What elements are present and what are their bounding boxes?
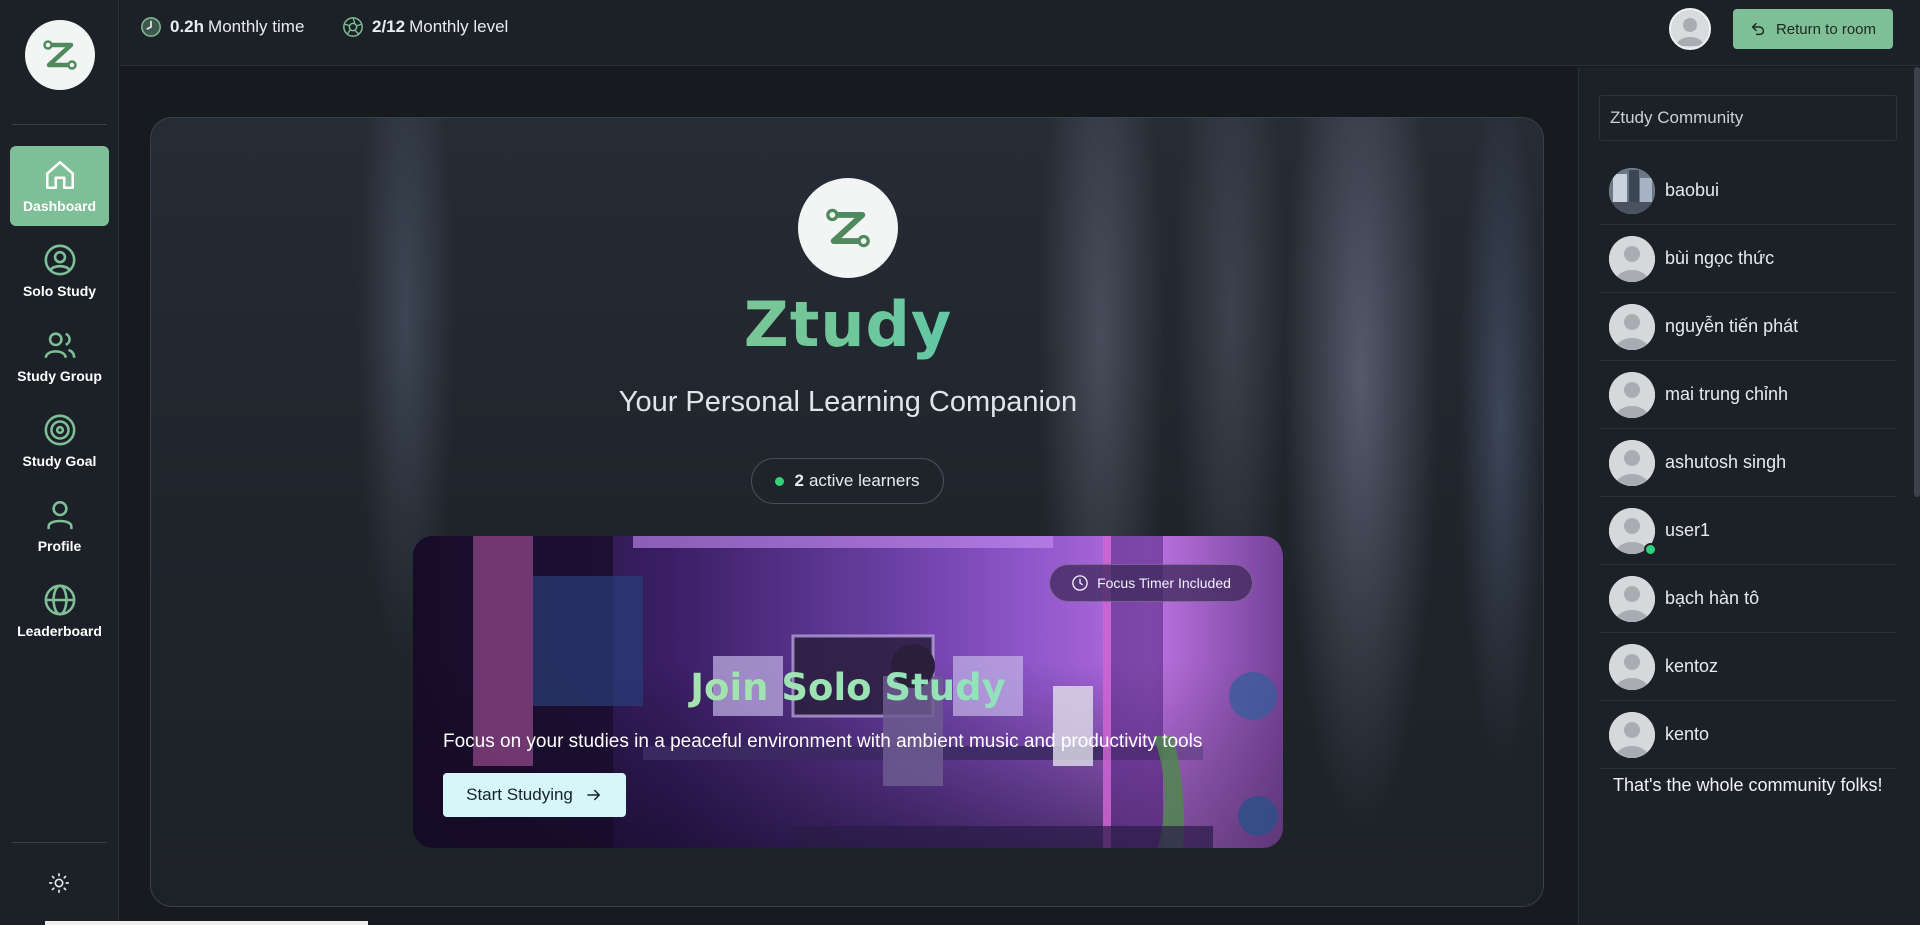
top-bar: 0.2h Monthly time 2/12 Monthly level Ret… xyxy=(120,0,1920,66)
avatar[interactable] xyxy=(1669,8,1711,50)
member-row[interactable]: nguyễn tiến phát xyxy=(1599,293,1897,361)
sidebar-item-dashboard[interactable]: Dashboard xyxy=(10,146,109,226)
scrollbar[interactable] xyxy=(1914,67,1920,497)
sidebar-item-label: Study Goal xyxy=(22,453,97,469)
hero-subtitle: Your Personal Learning Companion xyxy=(618,386,1078,418)
online-status-icon xyxy=(1644,542,1657,556)
sidebar-item-label: Leaderboard xyxy=(17,623,102,639)
sidebar-item-label: Solo Study xyxy=(22,283,97,299)
clock-icon xyxy=(141,17,161,37)
focus-timer-label: Focus Timer Included xyxy=(1097,575,1231,591)
avatar xyxy=(1609,439,1655,486)
home-icon xyxy=(45,160,74,190)
sidebar-item-leaderboard[interactable]: Leaderboard xyxy=(10,571,109,651)
main-content: Ztudy Your Personal Learning Companion 2… xyxy=(120,67,1578,925)
member-name: user1 xyxy=(1665,520,1711,540)
member-row[interactable]: ashutosh singh xyxy=(1599,429,1897,497)
member-row[interactable]: kento xyxy=(1599,701,1897,769)
member-row[interactable]: kentoz xyxy=(1599,633,1897,701)
monthly-time-value: 0.2h xyxy=(170,17,205,36)
avatar xyxy=(1609,303,1655,350)
member-name: nguyễn tiến phát xyxy=(1665,316,1799,336)
sidebar-item-label: Profile xyxy=(37,538,82,554)
user-circle-icon xyxy=(44,244,75,276)
solo-study-title: Join Solo Study xyxy=(413,666,1283,709)
sidebar: Dashboard Solo Study Study Group Study G… xyxy=(0,0,119,925)
community-title: Ztudy Community xyxy=(1599,95,1897,141)
sidebar-item-label: Dashboard xyxy=(22,198,97,214)
member-name: baobui xyxy=(1665,180,1720,200)
aperture-icon xyxy=(343,17,363,37)
active-learners-label: active learners xyxy=(808,471,920,490)
sidebar-item-study-group[interactable]: Study Group xyxy=(10,316,109,396)
theme-toggle-button[interactable] xyxy=(46,870,72,896)
hero-title: Ztudy xyxy=(151,288,1543,361)
monthly-level-label: Monthly level xyxy=(409,17,509,36)
return-to-room-button[interactable]: Return to room xyxy=(1733,9,1893,49)
online-dot-icon xyxy=(775,476,785,486)
monthly-time-stat: 0.2h Monthly time xyxy=(140,16,304,38)
sidebar-item-label: Study Group xyxy=(17,368,102,384)
avatar xyxy=(1609,371,1655,418)
sun-icon xyxy=(49,873,69,893)
clock-icon xyxy=(1072,575,1088,591)
arrow-right-icon xyxy=(587,789,600,801)
member-name: mai trung chỉnh xyxy=(1665,384,1789,404)
start-studying-button[interactable]: Start Studying xyxy=(443,773,626,817)
member-row[interactable]: bạch hàn tô xyxy=(1599,565,1897,633)
target-icon xyxy=(44,414,75,446)
users-icon xyxy=(44,332,75,359)
user-icon xyxy=(46,500,73,530)
sidebar-divider xyxy=(12,124,107,125)
sidebar-item-study-goal[interactable]: Study Goal xyxy=(10,401,109,481)
monthly-level-value: 2/12 xyxy=(372,17,406,36)
ztudy-logo-icon[interactable] xyxy=(25,20,95,90)
member-name: ashutosh singh xyxy=(1665,452,1787,472)
sidebar-item-solo-study[interactable]: Solo Study xyxy=(10,231,109,311)
avatar xyxy=(1609,575,1655,622)
community-end-text: That's the whole community folks! xyxy=(1613,775,1883,795)
member-name: bạch hàn tô xyxy=(1665,588,1760,608)
sidebar-item-profile[interactable]: Profile xyxy=(10,486,109,566)
ztudy-logo-icon xyxy=(798,178,898,278)
monthly-time-label: Monthly time xyxy=(208,17,305,36)
member-name: kentoz xyxy=(1665,656,1719,676)
hero-section: Ztudy Your Personal Learning Companion 2… xyxy=(150,117,1544,907)
solo-study-card[interactable]: Focus Timer Included Join Solo Study Foc… xyxy=(413,536,1283,848)
focus-timer-badge: Focus Timer Included xyxy=(1049,564,1253,602)
monthly-level-stat: 2/12 Monthly level xyxy=(342,16,508,38)
sidebar-divider xyxy=(12,842,107,843)
active-learners-count: 2 xyxy=(794,471,804,490)
member-name: kento xyxy=(1665,724,1710,744)
member-row[interactable]: baobui xyxy=(1599,157,1897,225)
solo-study-description: Focus on your studies in a peaceful envi… xyxy=(443,731,1203,752)
member-row[interactable]: bùi ngọc thức xyxy=(1599,225,1897,293)
start-studying-label: Start Studying xyxy=(466,785,573,804)
avatar xyxy=(1609,235,1655,282)
avatar xyxy=(1609,643,1655,690)
return-to-room-label: Return to room xyxy=(1775,20,1877,38)
member-row[interactable]: mai trung chỉnh xyxy=(1599,361,1897,429)
active-learners-badge: 2 active learners xyxy=(751,458,944,504)
member-row[interactable]: user1 xyxy=(1599,497,1897,565)
undo-icon xyxy=(1751,22,1765,36)
globe-icon xyxy=(44,584,75,616)
community-panel: Ztudy Community baobui bùi ngọc thức nguyễ… xyxy=(1578,67,1920,925)
member-name: bùi ngọc thức xyxy=(1665,248,1775,268)
avatar xyxy=(1609,167,1655,214)
avatar xyxy=(1609,711,1655,758)
avatar xyxy=(1609,507,1657,556)
scroll-indicator xyxy=(45,921,368,925)
